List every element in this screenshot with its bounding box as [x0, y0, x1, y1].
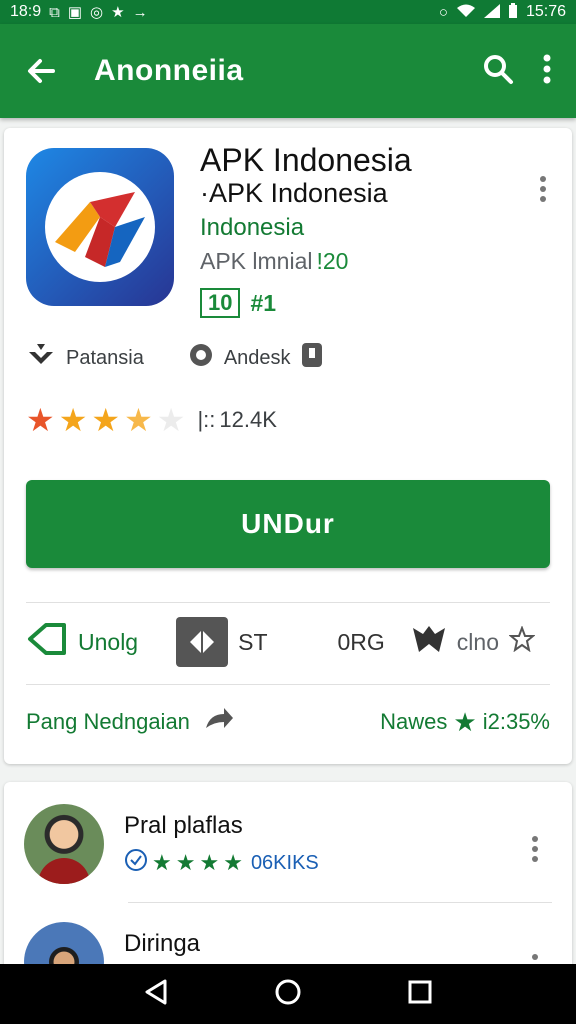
- star-outline-icon: [508, 625, 536, 658]
- age-rating-badge: 10: [200, 288, 241, 318]
- status-time-left: 18:9: [10, 3, 42, 20]
- age-rating-extra: #1: [250, 289, 277, 316]
- install-info: APK lmnial !20: [200, 248, 348, 275]
- app-name-secondary: ·APK Indonesia: [200, 178, 388, 208]
- rating-row: ★ ★ ★ ★ ★ |:: 12.4K: [26, 404, 277, 436]
- back-arrow-icon[interactable]: [24, 54, 58, 88]
- st-action[interactable]: ST: [176, 617, 268, 667]
- source-chip[interactable]: Andesk: [188, 342, 323, 374]
- rating-separator: |::: [197, 407, 216, 432]
- app-detail-card: APK Indonesia ·APK Indonesia Indonesia A…: [4, 128, 572, 764]
- rating-count: 12.4K: [219, 407, 277, 432]
- developer-link[interactable]: Indonesia: [200, 214, 304, 242]
- meta-row: Patansia Andesk: [26, 342, 323, 374]
- divider: [26, 602, 550, 603]
- system-nav-bar: [0, 964, 576, 1024]
- st-label: ST: [238, 628, 268, 655]
- clno-action[interactable]: clno: [411, 622, 536, 662]
- gallery-icon: ⧉: [49, 3, 60, 21]
- source-label: Andesk: [223, 346, 291, 369]
- nav-recents-icon[interactable]: [407, 979, 433, 1010]
- flash-icon: ★: [111, 3, 125, 21]
- reviewer-name: Pral plaflas: [124, 812, 243, 839]
- pang-link[interactable]: Pang Nedngaian: [26, 709, 190, 735]
- status-bar: 18:9 ⧉ ▣ ◎ ★ → ○ 15:76: [0, 0, 576, 24]
- more-vert-icon[interactable]: [542, 53, 552, 90]
- nav-home-icon[interactable]: [274, 978, 302, 1011]
- category-label: Patansia: [66, 346, 144, 369]
- search-icon[interactable]: [482, 53, 514, 90]
- org-label: 0RG: [337, 628, 385, 655]
- app-bar: Anonneiia: [0, 24, 576, 118]
- unolg-label: Unolg: [78, 628, 139, 655]
- signal-icon: [483, 3, 500, 21]
- star-icon: ★: [91, 402, 121, 438]
- tag-icon: [26, 622, 68, 662]
- wifi-icon: [456, 4, 476, 21]
- unolg-action[interactable]: Unolg: [26, 622, 138, 662]
- review-more-vert-icon[interactable]: [530, 834, 540, 869]
- star-icon: ★: [152, 850, 172, 875]
- clno-label: clno: [456, 628, 499, 655]
- org-action[interactable]: 0RG: [338, 629, 385, 656]
- image-icon: ▣: [67, 3, 83, 21]
- review-rating: ★ ★ ★ ★ 06KIKS: [124, 848, 319, 878]
- star-icon: ★: [124, 402, 153, 438]
- card-more-vert-icon[interactable]: [538, 174, 548, 209]
- review-count: 06KIKS: [250, 851, 319, 874]
- badge-icon: [176, 617, 229, 667]
- whatsapp-icon: ◎: [90, 3, 104, 21]
- download-button[interactable]: UNDur: [26, 480, 550, 568]
- install-label: APK lmnial: [200, 248, 313, 274]
- page-title: Anonneiia: [94, 54, 244, 87]
- star-icon: ★: [175, 850, 196, 875]
- reviewer-name: Diringa: [124, 930, 201, 957]
- action-row: Unolg ST 0RG clno: [26, 616, 550, 668]
- star-icon: ★: [26, 402, 55, 438]
- links-row: Pang Nedngaian Nawes ★ i2:35%: [26, 706, 550, 738]
- avatar: [24, 804, 104, 884]
- lock-icon: [301, 342, 323, 374]
- star-icon: ★: [199, 850, 220, 875]
- verified-icon: [124, 848, 148, 878]
- news-label[interactable]: Nawes: [380, 709, 447, 735]
- alarm-icon: ○: [438, 3, 448, 21]
- reviews-card: Pral plaflas ★ ★ ★ ★ 06KIKS Diringa: [4, 782, 572, 972]
- share-icon: [411, 622, 447, 662]
- divider: [26, 684, 550, 685]
- star-empty-icon: ★: [156, 402, 186, 438]
- age-rating: 10 #1: [200, 288, 276, 318]
- install-badge: !20: [316, 248, 349, 274]
- news-value: i2:35%: [482, 709, 550, 734]
- app-name: APK Indonesia: [200, 142, 412, 178]
- battery-icon: [508, 2, 518, 22]
- category-icon: [26, 342, 56, 374]
- source-icon: [188, 342, 214, 374]
- forward-arrow-icon[interactable]: [204, 706, 234, 738]
- star-icon: ★: [453, 706, 477, 737]
- divider: [128, 902, 552, 903]
- category-chip[interactable]: Patansia: [26, 342, 144, 374]
- review-item[interactable]: Pral plaflas ★ ★ ★ ★ 06KIKS: [24, 804, 552, 884]
- nav-back-icon[interactable]: [143, 978, 169, 1011]
- status-time-right: 15:76: [525, 3, 566, 20]
- star-icon: ★: [223, 850, 243, 875]
- arrow-icon: →: [132, 3, 148, 21]
- app-logo-icon: [26, 148, 174, 306]
- star-icon: ★: [58, 402, 88, 438]
